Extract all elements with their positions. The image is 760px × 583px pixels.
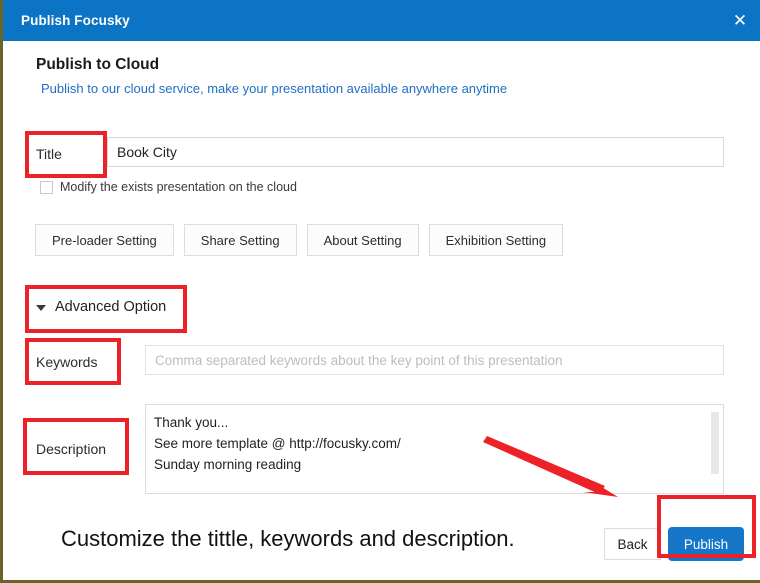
description-field[interactable]: Thank you... See more template @ http://… <box>145 404 724 494</box>
share-setting-button[interactable]: Share Setting <box>183 224 297 256</box>
setting-button-row: Pre-loader Setting Share Setting About S… <box>35 224 564 256</box>
description-label: Description <box>36 441 107 457</box>
close-icon[interactable]: ✕ <box>717 0 760 41</box>
modify-existing-checkbox[interactable] <box>40 180 53 194</box>
publish-button[interactable]: Publish <box>668 527 744 561</box>
window-title: Publish Focusky <box>21 13 130 28</box>
modify-existing-checkbox-row[interactable]: Modify the exists presentation on the cl… <box>40 180 297 194</box>
back-button[interactable]: Back <box>604 528 661 560</box>
modify-existing-label: Modify the exists presentation on the cl… <box>60 180 297 194</box>
page-subtitle: Publish to our cloud service, make your … <box>41 81 508 96</box>
advanced-option-toggle[interactable]: Advanced Option <box>36 299 166 315</box>
exhibition-setting-button[interactable]: Exhibition Setting <box>428 224 564 256</box>
instruction-caption: Customize the tittle, keywords and descr… <box>61 526 515 551</box>
keywords-label: Keywords <box>36 354 98 370</box>
chevron-down-icon <box>36 305 46 311</box>
title-input[interactable] <box>107 137 724 167</box>
description-scrollbar-thumb[interactable] <box>711 412 719 474</box>
dialog-body: Publish to Cloud Publish to our cloud se… <box>3 41 760 580</box>
page-title: Publish to Cloud <box>36 56 160 73</box>
description-text[interactable]: Thank you... See more template @ http://… <box>154 412 705 475</box>
title-label: Title <box>36 146 62 162</box>
advanced-option-label: Advanced Option <box>55 299 167 315</box>
about-setting-button[interactable]: About Setting <box>306 224 419 256</box>
publish-focusky-dialog: Publish Focusky ✕ Publish to Cloud Publi… <box>0 0 760 583</box>
preloader-setting-button[interactable]: Pre-loader Setting <box>35 224 174 256</box>
keywords-input[interactable] <box>145 345 724 375</box>
description-scrollbar-track[interactable] <box>711 408 721 492</box>
window-titlebar: Publish Focusky ✕ <box>3 0 760 41</box>
